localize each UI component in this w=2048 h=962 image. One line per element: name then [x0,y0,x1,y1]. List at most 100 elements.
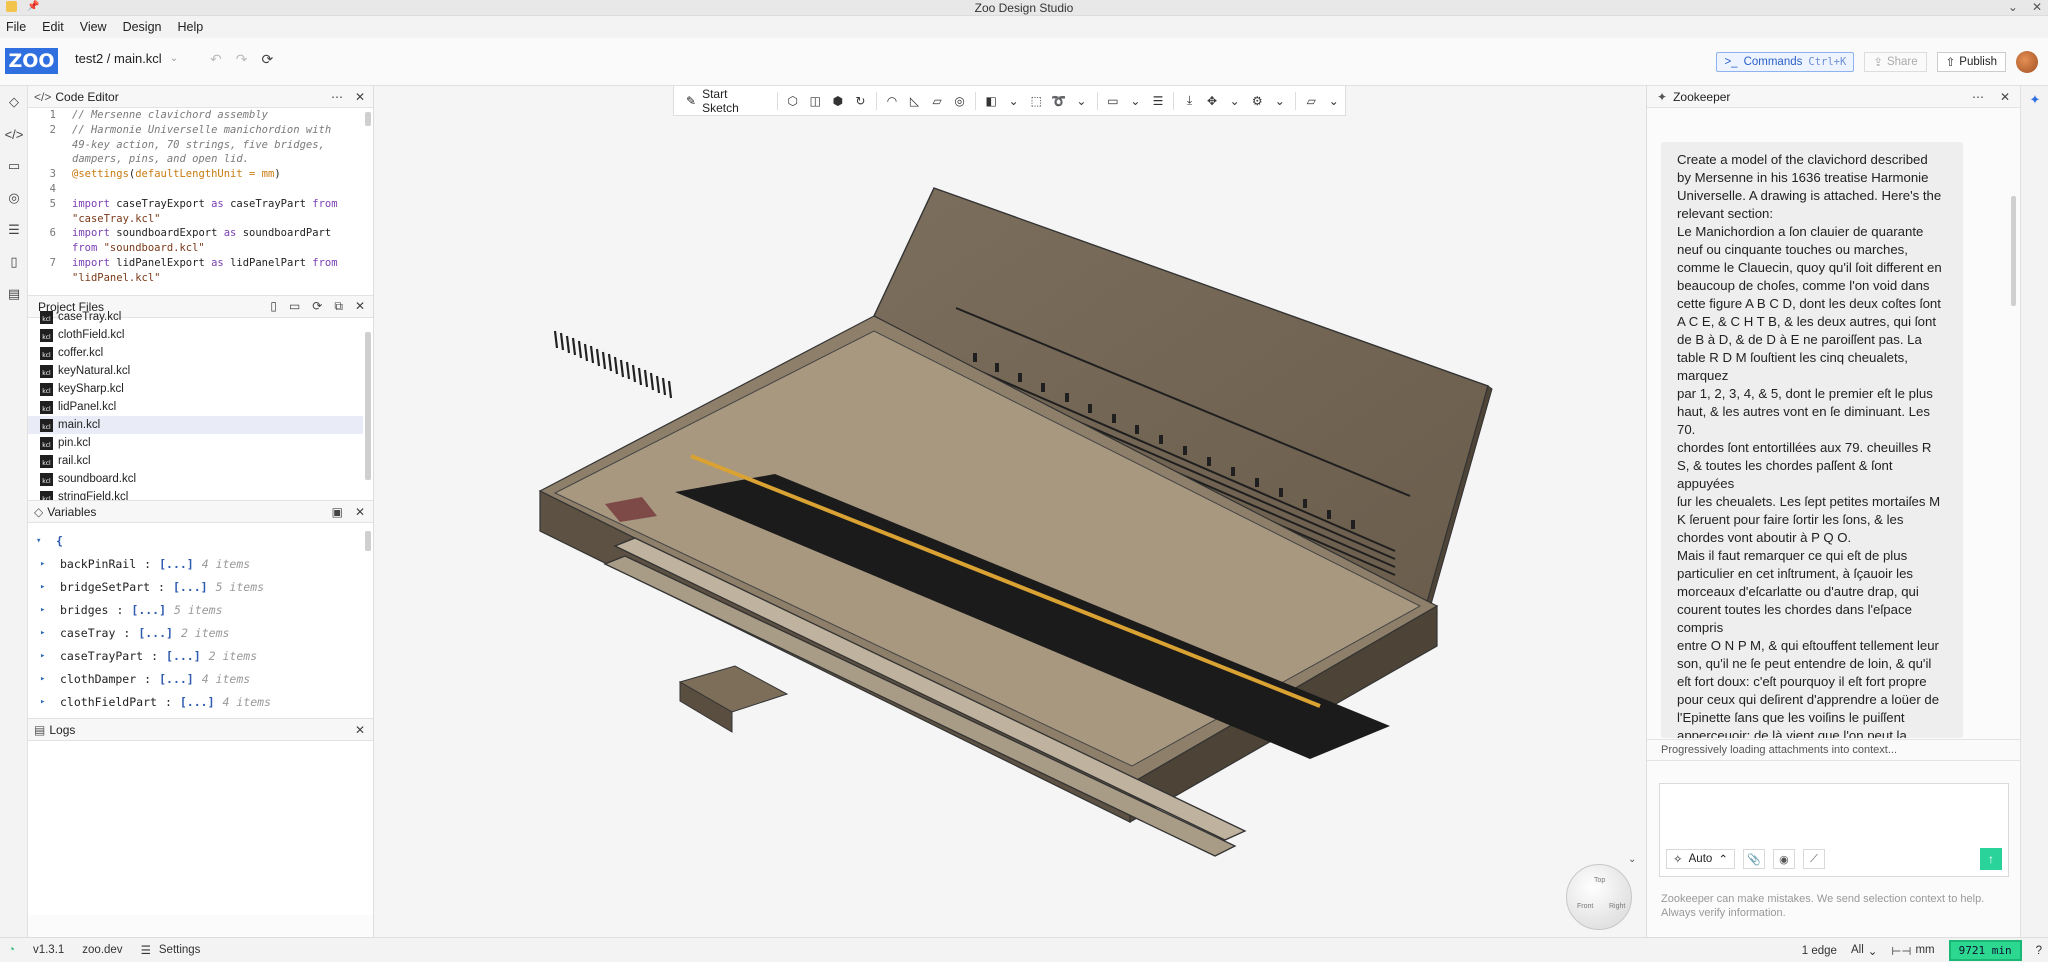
close-icon[interactable]: ✕ [355,90,365,104]
send-button[interactable]: ↑ [1980,848,2002,870]
zoo-logo[interactable]: ZOO [5,48,58,74]
code-line[interactable]: 1 // Mersenne clavichord assembly [28,108,365,123]
more-icon[interactable]: ⋯ [1972,90,1984,104]
code-line[interactable]: "lidPanel.kcl" [28,271,365,286]
prompt-input[interactable] [1660,784,2008,844]
file-item[interactable]: kcl stringField.kcl [28,488,363,500]
variable-row[interactable]: ▸ clothFieldPart: [...] 4 items [36,690,361,713]
code-line[interactable]: 6 import soundboardExport as soundboardPa… [28,226,365,241]
code-line[interactable]: "caseTray.kcl" [28,212,365,227]
code-line[interactable]: 4 [28,182,365,197]
message-line: appuyées [1677,476,1735,491]
caret-right-icon[interactable]: ▸ [40,651,52,661]
file-item[interactable]: kcl clothField.kcl [28,326,363,344]
settings-button[interactable]: ☰ Settings [141,943,201,957]
close-icon[interactable]: ✕ [355,723,365,737]
file-selector[interactable]: test2 / main.kcl ⌄ [75,51,178,66]
menu-help[interactable]: Help [176,20,206,34]
refresh-icon[interactable]: ⟳ [261,51,273,68]
variable-row[interactable]: ▸ caseTray: [...] 2 items [36,621,361,644]
variable-row[interactable]: ▸ caseTrayPart: [...] 2 items [36,644,361,667]
code-line[interactable]: dampers, pins, and open lid. [28,152,365,167]
network-icon[interactable]: ◔ [8,944,15,956]
logs-title: Logs [49,722,76,737]
avatar[interactable] [2016,51,2038,73]
code-content[interactable]: 1 // Mersenne clavichord assembly 2 // Harm… [28,108,365,286]
code-line[interactable]: 3 @settings(defaultLengthUnit = mm) [28,167,365,182]
export-icon[interactable]: ▣ [332,505,343,519]
code-scrollbar[interactable] [365,112,371,126]
zookeeper-toggle-icon[interactable]: ✦ [2021,86,2048,114]
file-item[interactable]: kcl lidPanel.kcl [28,398,363,416]
file-path: test2 / main.kcl [75,51,162,66]
variables-scrollbar[interactable] [365,531,371,551]
attach-button[interactable]: 📎 [1742,849,1765,869]
menu-view[interactable]: View [78,20,109,34]
file-item[interactable]: kcl coffer.kcl [28,344,363,362]
menu-edit[interactable]: Edit [40,20,66,34]
folder-icon[interactable]: ▭ [0,150,28,182]
code-line[interactable]: 7 import lidPanelExport as lidPanelPart f… [28,256,365,271]
variable-row[interactable]: ▸ clothDamper: [...] 4 items [36,667,361,690]
view-cube[interactable]: Top Front Right [1566,864,1632,930]
compass-icon[interactable]: ◎ [0,182,28,214]
message-scrollbar[interactable] [2011,196,2016,306]
help-icon[interactable]: ? [2036,945,2042,957]
file-item[interactable]: kcl main.kcl [28,416,363,434]
menu-design[interactable]: Design [121,20,164,34]
caret-right-icon[interactable]: ▸ [40,674,52,684]
close-icon[interactable]: ✕ [355,505,365,519]
menu-file[interactable]: File [4,20,28,34]
code-line[interactable]: 2 // Harmonie Universelle manichordion wi… [28,123,365,138]
publish-button[interactable]: ⇧ Publish [1936,52,2006,72]
code-line[interactable]: from "soundboard.kcl" [28,241,365,256]
file-item[interactable]: kcl rail.kcl [28,452,363,470]
units-selector[interactable]: ⊢⊣ mm [1891,944,1934,958]
feature-tree-icon[interactable]: ◇ [0,86,28,118]
3d-viewport[interactable]: ✎ Start Sketch ⬡ ◫ ⬢ ↻ ◠ ◺ ▱ ◎ ◧ ⌄ ⬚ ➰ ⌄… [375,86,1646,937]
file-item[interactable]: kcl keySharp.kcl [28,380,363,398]
variable-row[interactable]: ▸ bridges: [...] 5 items [36,598,361,621]
credits-minutes[interactable]: 9721 min [1948,940,2022,961]
code-token: ) [274,168,281,181]
caret-right-icon[interactable]: ▸ [40,605,52,615]
code-line[interactable]: 5 import caseTrayExport as caseTrayPart f… [28,197,365,212]
file-item[interactable]: kcl soundboard.kcl [28,470,363,488]
variable-row[interactable]: ▸ bridgeSetPart: [...] 5 items [36,575,361,598]
close-window-icon[interactable]: ✕ [2032,0,2042,14]
code-icon[interactable]: </> [0,118,28,150]
caret-right-icon[interactable]: ▸ [40,697,52,707]
document-icon[interactable]: ▯ [0,246,28,278]
caret-right-icon[interactable]: ▸ [40,582,52,592]
view-cube-chevron-icon[interactable]: ⌄ [1628,854,1636,865]
code-line[interactable]: 49-key action, 70 strings, five bridges, [28,138,365,153]
pin-icon[interactable]: 📌 [27,1,39,12]
version[interactable]: v1.3.1 [33,944,64,956]
screenshot-button[interactable]: ◉ [1772,849,1795,869]
mode-selector[interactable]: ✧ Auto ⌃ [1666,849,1735,869]
commands-button[interactable]: >_ Commands Ctrl+K [1716,52,1855,72]
file-item[interactable]: kcl keyNatural.kcl [28,362,363,380]
undo-icon[interactable]: ↶ [210,51,222,68]
file-item[interactable]: kcl pin.kcl [28,434,363,452]
caret-right-icon[interactable]: ▸ [40,628,52,638]
kcl-file-icon: kcl [40,418,53,432]
caret-right-icon[interactable]: ▸ [40,559,52,569]
minimize-icon[interactable]: ⌄ [2008,0,2018,14]
list-icon[interactable]: ☰ [0,214,28,246]
share-button[interactable]: ⇪ Share [1864,52,1927,72]
redo-icon[interactable]: ↷ [236,51,248,68]
file-item[interactable]: kcl caseTray.kcl [28,308,363,326]
message-line: K ſeruent pour faire ſortir les ſons, & … [1677,512,1904,527]
root-node[interactable]: ▾ { [36,529,361,552]
kcl-file-icon: kcl [40,346,53,360]
more-icon[interactable]: ⋯ [331,90,343,104]
clavichord-model[interactable] [375,86,1646,937]
ruler-button[interactable]: ⟋ [1802,849,1825,869]
logs-icon[interactable]: ▤ [0,278,28,310]
files-scrollbar[interactable] [365,332,371,480]
selection-filter[interactable]: All ⌄ [1851,944,1877,958]
site-link[interactable]: zoo.dev [82,944,122,956]
variable-row[interactable]: ▸ backPinRail: [...] 4 items [36,552,361,575]
close-icon[interactable]: ✕ [2000,90,2010,104]
